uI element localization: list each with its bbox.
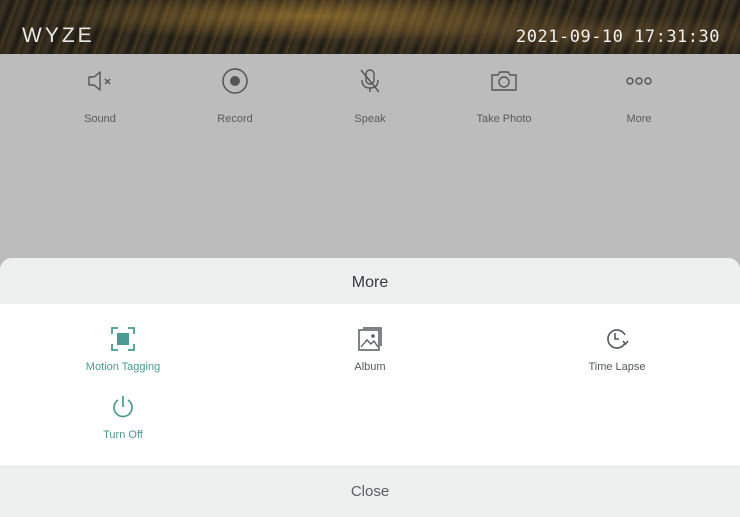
feed-timestamp: 2021-09-10 17:31:30 xyxy=(516,27,720,47)
motion-tagging-icon xyxy=(111,327,135,351)
wyze-logo: WYZE xyxy=(22,24,95,47)
take-photo-button[interactable]: Take Photo xyxy=(449,66,559,125)
album-icon xyxy=(358,327,382,351)
microphone-off-icon xyxy=(360,69,380,93)
power-icon xyxy=(113,396,133,418)
sound-label: Sound xyxy=(84,113,116,125)
camera-feed: WYZE 2021-09-10 17:31:30 xyxy=(0,0,740,54)
album-option[interactable]: Album xyxy=(300,326,440,373)
speak-button[interactable]: Speak xyxy=(315,66,425,125)
record-icon xyxy=(222,68,248,94)
control-bar: Sound Record Speak Take Photo More xyxy=(0,54,740,258)
take-photo-label: Take Photo xyxy=(476,113,532,125)
more-label: More xyxy=(626,113,652,125)
close-button[interactable]: Close xyxy=(0,466,740,517)
sound-button[interactable]: Sound xyxy=(45,66,155,125)
more-dots-icon xyxy=(626,77,652,85)
motion-tagging-label: Motion Tagging xyxy=(85,361,161,373)
more-button[interactable]: More xyxy=(584,66,694,125)
time-lapse-label: Time Lapse xyxy=(588,361,646,373)
more-bottom-sheet: More Motion Tagging Album Time Lapse Tur… xyxy=(0,258,740,517)
speaker-muted-icon xyxy=(88,71,111,91)
sheet-options: Motion Tagging Album Time Lapse Turn Off xyxy=(0,304,740,466)
turn-off-option[interactable]: Turn Off xyxy=(53,394,193,441)
record-button[interactable]: Record xyxy=(180,66,290,125)
speak-label: Speak xyxy=(354,113,386,125)
camera-icon xyxy=(491,71,517,91)
record-label: Record xyxy=(217,113,253,125)
turn-off-label: Turn Off xyxy=(103,429,143,441)
time-lapse-icon xyxy=(607,329,629,349)
motion-tagging-option[interactable]: Motion Tagging xyxy=(53,326,193,373)
time-lapse-option[interactable]: Time Lapse xyxy=(547,326,687,373)
album-label: Album xyxy=(354,361,386,373)
sheet-title: More xyxy=(0,258,740,304)
